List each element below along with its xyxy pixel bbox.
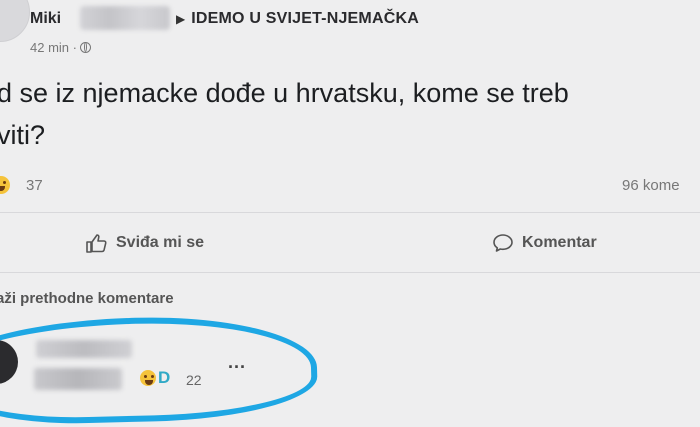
comment-label: Komentar [522,234,597,251]
post-text-line2: viti? [0,120,46,150]
comment-bubble-icon [493,234,513,252]
post-meta: 42 min · [30,40,91,55]
divider [0,272,700,273]
author-avatar[interactable] [0,0,30,42]
group-link[interactable]: ▶ IDEMO U SVIJET-NJEMAČKA [176,10,419,28]
caret-right-icon: ▶ [176,12,186,26]
reaction-count[interactable]: 37 [26,177,43,194]
post-time: 42 min · [30,40,77,55]
haha-emoji-icon [0,176,10,194]
divider [0,212,700,213]
comment-button[interactable]: Komentar [492,233,597,253]
comment-count[interactable]: 96 kome [622,177,680,194]
post-text: d se iz njemacke dođe u hrvatsku, kome s… [0,72,700,156]
globe-icon [79,42,91,53]
like-thumb-icon [86,234,107,253]
author-name[interactable]: Miki [30,10,61,28]
like-button[interactable]: Sviđa mi se [86,233,204,253]
group-name: IDEMO U SVIJET-NJEMAČKA [191,10,419,27]
like-label: Sviđa mi se [116,234,205,251]
reaction-icons[interactable] [0,176,10,194]
show-previous-comments-link[interactable]: aži prethodne komentare [0,290,174,307]
highlight-circle [0,313,319,427]
post-text-line1: d se iz njemacke dođe u hrvatsku, kome s… [0,78,569,108]
blurred-surname [80,6,170,30]
